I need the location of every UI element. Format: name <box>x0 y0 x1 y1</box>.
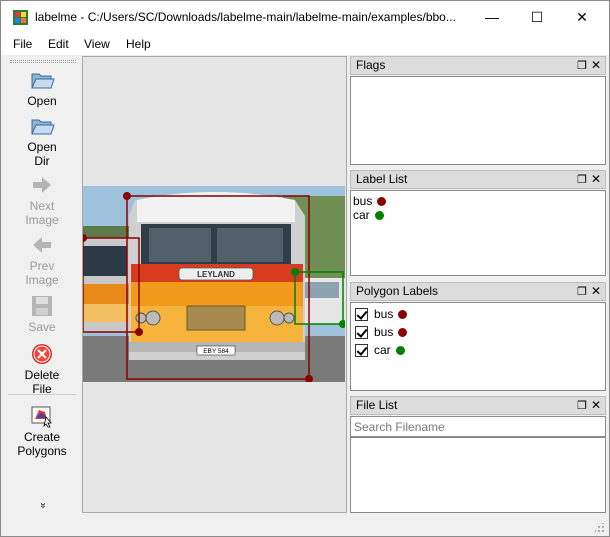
prev-image-label-2: Image <box>25 273 59 287</box>
visibility-checkbox[interactable] <box>355 343 368 357</box>
toolbar-extension-button[interactable]: » <box>37 503 48 509</box>
annotated-bus-photo[interactable]: LEYLAND EBY 584 <box>83 186 345 382</box>
open-button[interactable]: Open <box>4 68 80 108</box>
visibility-checkbox[interactable] <box>355 325 368 339</box>
open-label: Open <box>27 94 57 108</box>
label-color-dot <box>377 196 387 206</box>
label-name: car <box>353 208 370 222</box>
create-polygons-label-2: Polygons <box>17 444 67 458</box>
file-list-panel-title: File List <box>356 398 398 412</box>
bbox-vertex[interactable] <box>291 268 299 276</box>
menu-file[interactable]: File <box>13 37 32 51</box>
status-bar <box>1 514 609 536</box>
file-list-panel-header: File List ❐ ✕ <box>350 396 606 415</box>
float-icon[interactable]: ❐ <box>577 58 587 75</box>
float-icon[interactable]: ❐ <box>577 398 587 415</box>
label-list-item[interactable]: car <box>353 208 384 222</box>
label-color-dot <box>374 210 384 220</box>
polygon-label-item[interactable]: bus <box>355 307 408 321</box>
open-dir-button[interactable]: Open Dir <box>4 114 80 168</box>
open-dir-label-2: Dir <box>34 154 50 168</box>
polygon-labels-panel-header: Polygon Labels ❐ ✕ <box>350 282 606 301</box>
visibility-checkbox[interactable] <box>355 307 368 321</box>
menu-edit[interactable]: Edit <box>48 37 69 51</box>
tools-toolbar: Open Open Dir Next Image Prev Image Save… <box>4 58 80 513</box>
close-icon[interactable]: ✕ <box>591 397 601 414</box>
close-icon[interactable]: ✕ <box>591 171 601 188</box>
label-name: bus <box>353 194 373 208</box>
folder-icon <box>31 119 55 135</box>
polygon-label-item[interactable]: car <box>355 343 405 357</box>
label-color-dot <box>398 309 408 319</box>
floppy-icon <box>32 296 52 316</box>
next-image-label-2: Image <box>25 213 59 227</box>
delete-file-label-1: Delete <box>24 368 60 382</box>
menu-view[interactable]: View <box>84 37 110 51</box>
menu-help[interactable]: Help <box>126 37 151 51</box>
float-icon[interactable]: ❐ <box>577 172 587 189</box>
prev-image-button[interactable]: Prev Image <box>4 233 80 287</box>
resize-grip-icon[interactable] <box>595 523 605 533</box>
polygon-label-name: bus <box>374 307 394 321</box>
flags-panel-header: Flags ❐ ✕ <box>350 56 606 75</box>
polygon-label-name: car <box>374 343 391 357</box>
delete-circle-icon <box>32 344 52 364</box>
label-list-item[interactable]: bus <box>353 194 387 208</box>
label-color-dot <box>395 345 405 355</box>
create-polygons-label-1: Create <box>23 430 61 444</box>
label-list-panel-title: Label List <box>356 172 408 186</box>
arrow-right-icon <box>33 177 51 193</box>
labelme-app-icon <box>13 10 28 25</box>
polygon-label-item[interactable]: bus <box>355 325 408 339</box>
polygon-labels-list[interactable]: bus bus car <box>350 302 606 391</box>
polygon-icon <box>31 406 52 428</box>
bus-brand-text: LEYLAND <box>197 270 235 279</box>
file-list[interactable] <box>350 437 606 513</box>
flags-list[interactable] <box>350 76 606 165</box>
label-list-panel-header: Label List ❐ ✕ <box>350 170 606 189</box>
image-canvas[interactable]: LEYLAND EBY 584 <box>82 56 347 513</box>
title-bar: labelme - C:/Users/SC/Downloads/labelme-… <box>1 1 609 33</box>
file-search-input[interactable] <box>350 416 606 437</box>
arrow-left-icon <box>33 237 51 253</box>
license-plate-text: EBY 584 <box>203 348 229 355</box>
close-icon[interactable]: ✕ <box>591 283 601 300</box>
folder-icon <box>31 73 55 89</box>
app-window: labelme - C:/Users/SC/Downloads/labelme-… <box>0 0 610 537</box>
delete-file-button[interactable]: Delete File <box>4 342 80 396</box>
float-icon[interactable]: ❐ <box>577 284 587 301</box>
minimize-button[interactable]: — <box>469 1 515 33</box>
polygon-labels-panel-title: Polygon Labels <box>356 284 439 298</box>
toolbar-separator <box>8 394 76 395</box>
window-title: labelme - C:/Users/SC/Downloads/labelme-… <box>35 10 456 24</box>
save-label: Save <box>28 320 56 334</box>
flags-panel-title: Flags <box>356 58 386 72</box>
next-image-button[interactable]: Next Image <box>4 173 80 227</box>
menu-bar: File Edit View Help <box>1 33 609 55</box>
label-color-dot <box>398 327 408 337</box>
maximize-button[interactable]: ☐ <box>514 1 560 33</box>
save-button[interactable]: Save <box>4 294 80 334</box>
toolbar-grip[interactable] <box>10 60 76 63</box>
prev-image-label-1: Prev <box>29 259 55 273</box>
bbox-vertex[interactable] <box>123 192 131 200</box>
polygon-label-name: bus <box>374 325 394 339</box>
close-icon[interactable]: ✕ <box>591 57 601 74</box>
bbox-vertex[interactable] <box>135 328 143 336</box>
next-image-label-1: Next <box>29 199 55 213</box>
label-list[interactable]: bus car <box>350 190 606 276</box>
close-button[interactable]: ✕ <box>559 1 605 33</box>
open-dir-label-1: Open <box>27 140 57 154</box>
create-polygons-button[interactable]: Create Polygons <box>4 404 80 458</box>
